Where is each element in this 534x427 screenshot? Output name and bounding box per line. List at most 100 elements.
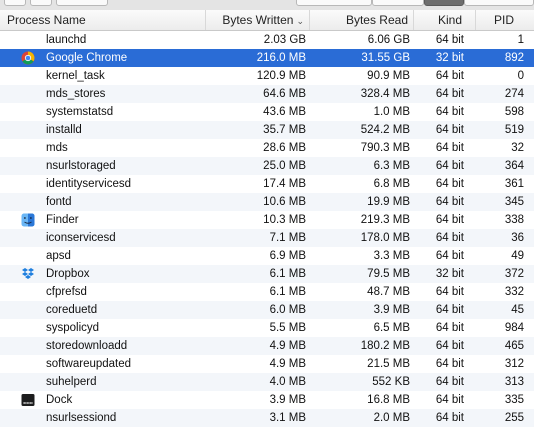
table-row[interactable]: fontd 10.6 MB 19.9 MB 64 bit 345 — [0, 193, 534, 211]
table-row[interactable]: systemstatsd 43.6 MB 1.0 MB 64 bit 598 — [0, 103, 534, 121]
chrome-icon — [21, 51, 35, 65]
tab-network[interactable] — [464, 0, 534, 6]
kind-cell: 32 bit — [435, 268, 464, 280]
bytes-written-cell: 6.1 MB — [269, 268, 306, 280]
bytes-written-cell: 10.6 MB — [263, 196, 306, 208]
table-row[interactable]: Finder 10.3 MB 219.3 MB 64 bit 338 — [0, 211, 534, 229]
pid-cell: 1 — [517, 34, 524, 46]
kind-cell: 64 bit — [435, 142, 464, 154]
bytes-written-cell: 6.9 MB — [269, 250, 306, 262]
toolbar-info-button[interactable] — [30, 0, 52, 6]
bytes-written-cell: 4.9 MB — [269, 340, 306, 352]
pid-cell: 332 — [504, 286, 524, 298]
vertical-scrollbar[interactable] — [524, 31, 534, 425]
bytes-written-cell: 10.3 MB — [263, 214, 306, 226]
pid-cell: 312 — [504, 358, 524, 370]
pid-cell: 465 — [504, 340, 524, 352]
process-name-cell: systemstatsd — [46, 106, 114, 118]
table-row[interactable]: kernel_task 120.9 MB 90.9 MB 64 bit 0 — [0, 67, 534, 85]
bytes-read-cell: 79.5 MB — [367, 268, 410, 280]
table-row[interactable]: mds 28.6 MB 790.3 MB 64 bit 32 — [0, 139, 534, 157]
bytes-written-cell: 5.5 MB — [269, 322, 306, 334]
bytes-read-cell: 16.8 MB — [367, 394, 410, 406]
pid-cell: 313 — [504, 376, 524, 388]
process-name-cell: iconservicesd — [46, 232, 116, 244]
kind-cell: 64 bit — [435, 394, 464, 406]
bytes-read-cell: 3.3 MB — [373, 250, 410, 262]
process-name-cell: syspolicyd — [46, 322, 100, 334]
tab-memory[interactable] — [296, 0, 372, 6]
column-header-bytes-written[interactable]: Bytes Written ⌄ — [206, 10, 310, 30]
tab-disk[interactable] — [424, 0, 464, 6]
table-row[interactable]: Google Chrome 216.0 MB 31.55 GB 32 bit 892 — [0, 49, 534, 67]
table-row[interactable]: softwareupdated 4.9 MB 21.5 MB 64 bit 312 — [0, 355, 534, 373]
process-table: launchd 2.03 GB 6.06 GB 64 bit 1 Google Chrom… — [0, 31, 534, 427]
table-row[interactable]: coreduetd 6.0 MB 3.9 MB 64 bit 45 — [0, 301, 534, 319]
kind-cell: 64 bit — [435, 232, 464, 244]
tab-energy[interactable] — [372, 0, 424, 6]
toolbar-action-button[interactable] — [56, 0, 108, 6]
pid-cell: 36 — [511, 232, 524, 244]
column-header-label: Process Name — [7, 13, 86, 27]
bytes-written-cell: 17.4 MB — [263, 178, 306, 190]
bytes-written-cell: 7.1 MB — [269, 232, 306, 244]
column-header-pid[interactable]: PID — [476, 10, 534, 30]
bytes-written-cell: 120.9 MB — [256, 70, 306, 82]
finder-icon — [21, 213, 35, 227]
pid-cell: 338 — [504, 214, 524, 226]
kind-cell: 64 bit — [435, 340, 464, 352]
bytes-written-cell: 64.6 MB — [263, 88, 306, 100]
process-name-cell: fontd — [46, 196, 72, 208]
table-row[interactable]: installd 35.7 MB 524.2 MB 64 bit 519 — [0, 121, 534, 139]
process-name-cell: storedownloadd — [46, 340, 128, 352]
bytes-read-cell: 21.5 MB — [367, 358, 410, 370]
pid-cell: 598 — [504, 106, 524, 118]
pid-cell: 49 — [511, 250, 524, 262]
column-header-label: Bytes Written — [222, 13, 294, 27]
table-row[interactable]: cfprefsd 6.1 MB 48.7 MB 64 bit 332 — [0, 283, 534, 301]
kind-cell: 64 bit — [435, 160, 464, 172]
kind-cell: 64 bit — [435, 304, 464, 316]
process-name-cell: installd — [46, 124, 82, 136]
bytes-read-cell: 31.55 GB — [361, 52, 410, 64]
table-row[interactable]: Dock 3.9 MB 16.8 MB 64 bit 335 — [0, 391, 534, 409]
column-header-kind[interactable]: Kind — [414, 10, 476, 30]
bytes-read-cell: 48.7 MB — [367, 286, 410, 298]
process-name-cell: mds — [46, 142, 68, 154]
bytes-read-cell: 524.2 MB — [360, 124, 410, 136]
process-name-cell: nsurlsessiond — [46, 412, 117, 424]
table-row[interactable]: nsurlstoraged 25.0 MB 6.3 MB 64 bit 364 — [0, 157, 534, 175]
table-row[interactable]: launchd 2.03 GB 6.06 GB 64 bit 1 — [0, 31, 534, 49]
table-row[interactable]: apsd 6.9 MB 3.3 MB 64 bit 49 — [0, 247, 534, 265]
pid-cell: 984 — [504, 322, 524, 334]
table-row[interactable]: suhelperd 4.0 MB 552 KB 64 bit 313 — [0, 373, 534, 391]
kind-cell: 64 bit — [435, 178, 464, 190]
table-header: Process Name Bytes Written ⌄ Bytes Read K… — [0, 10, 534, 31]
pid-cell: 372 — [504, 268, 524, 280]
pid-cell: 0 — [517, 70, 524, 82]
column-header-bytes-read[interactable]: Bytes Read — [310, 10, 414, 30]
table-row[interactable]: syspolicyd 5.5 MB 6.5 MB 64 bit 984 — [0, 319, 534, 337]
toolbar-close-button[interactable] — [4, 0, 26, 6]
bytes-read-cell: 6.5 MB — [373, 322, 410, 334]
bytes-written-cell: 43.6 MB — [263, 106, 306, 118]
table-row[interactable]: storedownloadd 4.9 MB 180.2 MB 64 bit 465 — [0, 337, 534, 355]
process-name-cell: Dock — [46, 394, 73, 406]
bytes-written-cell: 4.0 MB — [269, 376, 306, 388]
bytes-read-cell: 1.0 MB — [373, 106, 410, 118]
kind-cell: 64 bit — [435, 376, 464, 388]
table-row[interactable]: mds_stores 64.6 MB 328.4 MB 64 bit 274 — [0, 85, 534, 103]
pid-cell: 519 — [504, 124, 524, 136]
kind-cell: 64 bit — [435, 88, 464, 100]
table-row[interactable]: iconservicesd 7.1 MB 178.0 MB 64 bit 36 — [0, 229, 534, 247]
kind-cell: 32 bit — [435, 52, 464, 64]
table-row[interactable]: Dropbox 6.1 MB 79.5 MB 32 bit 372 — [0, 265, 534, 283]
toolbar-strip — [0, 0, 534, 10]
column-header-process-name[interactable]: Process Name — [0, 10, 206, 30]
kind-cell: 64 bit — [435, 286, 464, 298]
kind-cell: 64 bit — [435, 412, 464, 424]
pid-cell: 32 — [511, 142, 524, 154]
table-row[interactable]: nsurlsessiond 3.1 MB 2.0 MB 64 bit 255 — [0, 409, 534, 427]
table-row[interactable]: identityservicesd 17.4 MB 6.8 MB 64 bit 361 — [0, 175, 534, 193]
bytes-written-cell: 28.6 MB — [263, 142, 306, 154]
